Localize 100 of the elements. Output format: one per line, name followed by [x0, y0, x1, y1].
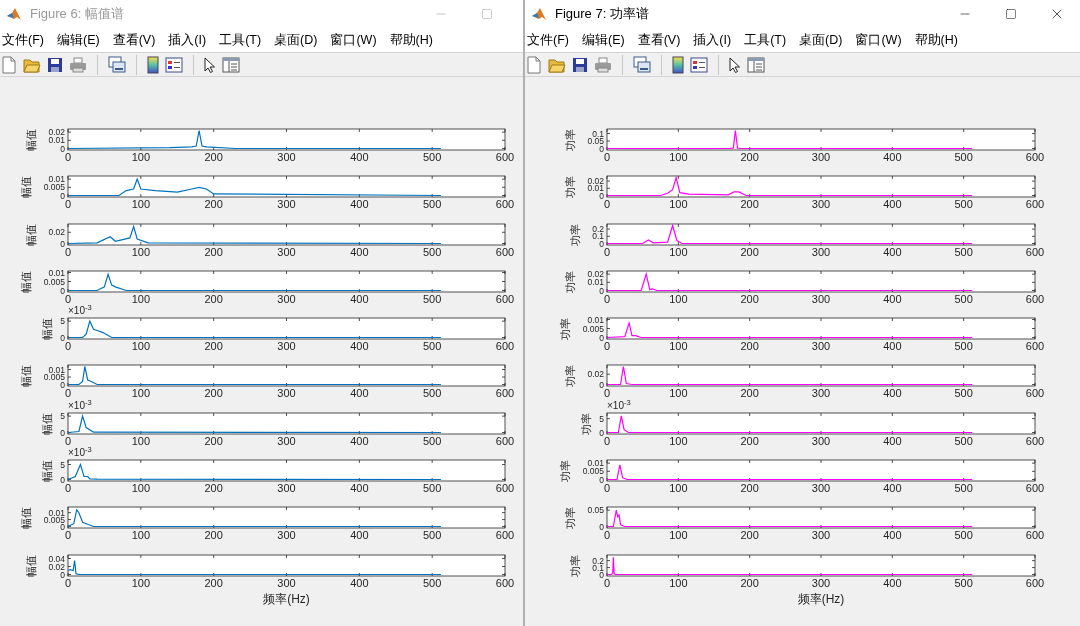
tick-label: 600	[1025, 198, 1045, 211]
tick-label: 400	[883, 340, 902, 353]
tick-label: 100	[131, 529, 150, 542]
matlab-logo-icon	[6, 6, 22, 22]
tick-label: 400	[883, 576, 902, 589]
linked-windows-icon[interactable]	[108, 55, 126, 74]
tick-label: 500	[954, 245, 973, 258]
printer-icon[interactable]	[594, 56, 612, 73]
folder-icon[interactable]	[548, 56, 566, 73]
tick-label: 0	[64, 434, 72, 447]
tick-label: 600	[495, 151, 515, 163]
tick-label: 100	[131, 245, 150, 258]
tick-label: 600	[1025, 292, 1045, 305]
tick-label: 300	[277, 434, 296, 447]
tick-label: 200	[740, 576, 759, 589]
tick-label: 0.005	[582, 466, 604, 477]
tick-label: 0.02	[48, 226, 65, 237]
tick-label: 500	[954, 151, 973, 163]
save-icon[interactable]	[47, 56, 63, 73]
pointer-icon[interactable]	[729, 56, 741, 73]
menu-item[interactable]: 窗口(W)	[855, 30, 902, 50]
tick-label: 100	[131, 434, 150, 447]
tick-label: 600	[1025, 245, 1045, 258]
tick-label: 200	[204, 387, 223, 400]
menu-item[interactable]: 文件(F)	[2, 30, 44, 50]
folder-icon[interactable]	[23, 56, 41, 73]
new-file-icon[interactable]	[1, 55, 17, 74]
menu-item[interactable]: 帮助(H)	[914, 30, 958, 50]
tick-label: 100	[669, 245, 688, 258]
menu-item[interactable]: 插入(I)	[168, 30, 207, 50]
tick-label: 400	[350, 576, 369, 589]
tick-label: 0	[64, 245, 72, 258]
axis-label: 功率	[564, 365, 577, 387]
tick-label: 600	[495, 482, 515, 495]
legend-icon[interactable]	[165, 56, 183, 73]
tick-label: 0	[599, 380, 604, 390]
tick-label: 0.005	[43, 276, 65, 287]
tick-label: 100	[669, 387, 688, 400]
menu-item[interactable]: 编辑(E)	[581, 30, 625, 50]
menu-item[interactable]: 查看(V)	[112, 30, 156, 50]
colorbar-icon[interactable]	[147, 55, 159, 74]
tick-label: 500	[954, 292, 973, 305]
colorbar-icon[interactable]	[672, 55, 684, 74]
tick-label: 0.01	[48, 135, 65, 146]
tick-label: 600	[1025, 151, 1045, 163]
tick-label: 100	[131, 198, 150, 211]
window-title: Figure 6: 幅值谱	[30, 5, 124, 24]
menu-item[interactable]: 工具(T)	[744, 30, 787, 50]
tick-label: 0	[64, 151, 72, 163]
tick-label: 200	[204, 576, 223, 589]
tick-label: 100	[669, 482, 688, 495]
menu-item[interactable]: 编辑(E)	[56, 30, 100, 50]
tick-label: 0.02	[48, 561, 65, 572]
tick-label: 200	[740, 245, 759, 258]
menu-item[interactable]: 窗口(W)	[330, 30, 377, 50]
axis-label: 频率(Hz)	[263, 591, 310, 606]
tick-label: 0.005	[43, 182, 65, 193]
tick-label: 100	[669, 340, 688, 353]
tick-label: 400	[350, 434, 369, 447]
menu-item[interactable]: 桌面(D)	[274, 30, 318, 50]
tick-label: 100	[131, 340, 150, 353]
printer-icon[interactable]	[69, 56, 87, 73]
menu-item[interactable]: 查看(V)	[637, 30, 681, 50]
save-icon[interactable]	[572, 56, 588, 73]
tick-label: 0	[599, 238, 604, 249]
menu-item[interactable]: 插入(I)	[693, 30, 732, 50]
tick-label: 500	[423, 151, 442, 163]
tick-label: 600	[1025, 387, 1045, 400]
legend-icon[interactable]	[690, 56, 708, 73]
axis-label: 幅值	[20, 270, 32, 293]
tick-label: 100	[669, 198, 688, 211]
tick-label: 600	[1025, 340, 1045, 353]
tick-label: 0.01	[587, 277, 604, 288]
tick-label: 0.05	[587, 505, 604, 516]
new-file-icon[interactable]	[526, 55, 542, 74]
menu-item[interactable]: 文件(F)	[527, 30, 569, 50]
menu-item[interactable]: 帮助(H)	[389, 30, 433, 50]
tick-label: 0	[603, 245, 611, 258]
tick-label: 400	[883, 434, 902, 447]
tick-label: 0.05	[587, 136, 604, 146]
tick-label: 0.005	[43, 372, 65, 383]
property-panel-icon[interactable]	[747, 56, 765, 73]
linked-windows-icon[interactable]	[633, 55, 651, 74]
tick-label: 0.02	[48, 127, 65, 138]
tick-label: 200	[740, 529, 759, 542]
tick-label: 0	[603, 576, 611, 589]
menu-item[interactable]: 桌面(D)	[799, 30, 843, 50]
tick-label: 600	[495, 576, 515, 589]
tick-label: 100	[131, 387, 150, 400]
tick-label: 300	[811, 576, 831, 589]
tick-label: 0.01	[587, 314, 604, 325]
tick-label: 100	[131, 576, 150, 589]
tick-label: 600	[495, 245, 515, 258]
property-panel-icon[interactable]	[222, 56, 240, 73]
menu-item[interactable]: 工具(T)	[219, 30, 262, 50]
tick-label: 300	[277, 292, 296, 305]
pointer-icon[interactable]	[204, 56, 216, 73]
tick-label: 200	[740, 151, 759, 163]
tick-label: 500	[423, 482, 442, 495]
tick-label: 400	[883, 292, 902, 305]
